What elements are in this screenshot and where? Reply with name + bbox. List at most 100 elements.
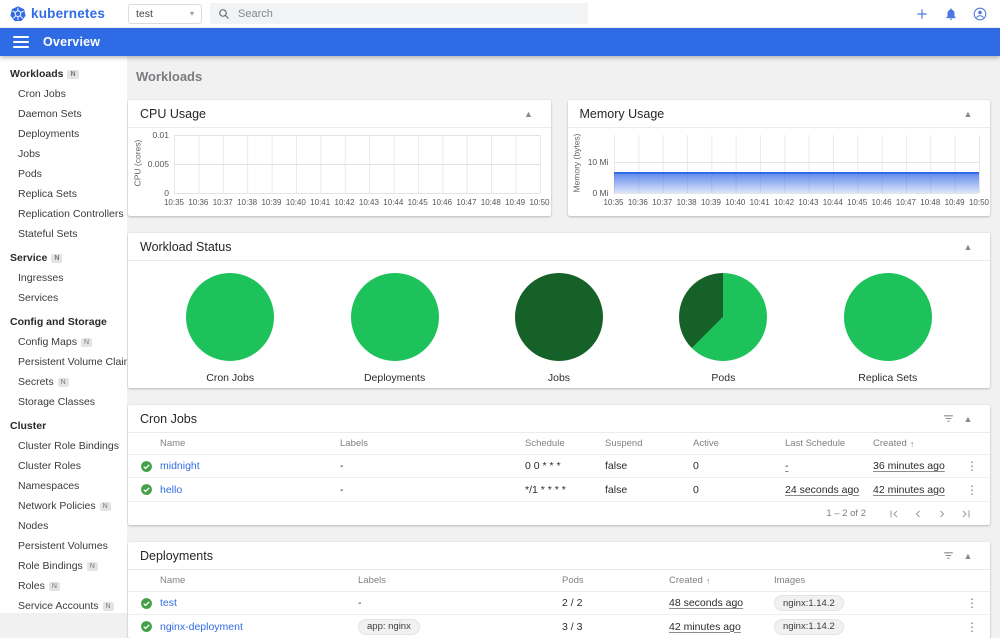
card-header: Memory Usage ▲ bbox=[567, 100, 990, 128]
status-cell bbox=[140, 620, 160, 633]
name-cell: midnight bbox=[160, 460, 340, 472]
kebab-menu-button[interactable]: ⋮ bbox=[966, 460, 978, 472]
last-page-button[interactable] bbox=[956, 504, 976, 524]
status-cell bbox=[140, 460, 160, 473]
collapse-button[interactable]: ▲ bbox=[958, 104, 978, 124]
x-tick-label: 10:39 bbox=[261, 198, 282, 207]
column-header-last-schedule[interactable]: Last Schedule bbox=[785, 438, 873, 449]
sidebar-item-replication-controllers[interactable]: Replication Controllers bbox=[0, 204, 127, 224]
collapse-button[interactable]: ▲ bbox=[958, 546, 978, 566]
create-resource-button[interactable] bbox=[914, 6, 930, 22]
sidebar-item-cluster-role-bindings[interactable]: Cluster Role Bindings bbox=[0, 436, 127, 456]
column-header-created[interactable]: Created ↑ bbox=[873, 438, 960, 449]
workload-pie-jobs: Jobs bbox=[479, 273, 639, 384]
sidebar-item-deployments[interactable]: Deployments bbox=[0, 124, 127, 144]
column-header-labels[interactable]: Labels bbox=[358, 575, 562, 586]
sidebar-item-label: Service Accounts bbox=[18, 600, 99, 612]
column-header-pods[interactable]: Pods bbox=[562, 575, 669, 586]
card-header: Cron Jobs ▲ bbox=[128, 405, 990, 433]
sidebar-item-ingresses[interactable]: Ingresses bbox=[0, 268, 127, 288]
kebab-menu-button[interactable]: ⋮ bbox=[966, 597, 978, 609]
resource-link[interactable]: nginx-deployment bbox=[160, 621, 243, 633]
menu-button[interactable] bbox=[13, 36, 29, 48]
sidebar-item-label: Cluster Role Bindings bbox=[18, 440, 119, 452]
x-tick-label: 10:37 bbox=[212, 198, 233, 207]
x-tick-label: 10:38 bbox=[237, 198, 258, 207]
filter-button[interactable] bbox=[938, 546, 958, 566]
sidebar-item-namespaces[interactable]: Namespaces bbox=[0, 476, 127, 496]
kubernetes-logo[interactable]: kubernetes bbox=[10, 5, 120, 22]
column-header-labels[interactable]: Labels bbox=[340, 438, 525, 449]
sidebar-item-replica-sets[interactable]: Replica Sets bbox=[0, 184, 127, 204]
card-header: Deployments ▲ bbox=[128, 542, 990, 570]
previous-page-button[interactable] bbox=[908, 504, 928, 524]
filter-button[interactable] bbox=[938, 409, 958, 429]
y-gridline bbox=[174, 135, 540, 136]
sidebar-item-daemon-sets[interactable]: Daemon Sets bbox=[0, 104, 127, 124]
sidebar-item-storage-classes[interactable]: Storage Classes bbox=[0, 392, 127, 412]
search-input[interactable] bbox=[238, 7, 580, 20]
column-header-name[interactable]: Name bbox=[160, 438, 340, 449]
column-header-suspend[interactable]: Suspend bbox=[605, 438, 693, 449]
x-tick-label: 10:46 bbox=[871, 198, 892, 207]
y-tick-label: 0.01 bbox=[152, 130, 169, 140]
column-header-created[interactable]: Created ↑ bbox=[669, 575, 774, 586]
active-cell: 0 bbox=[693, 483, 699, 496]
series-area bbox=[613, 172, 979, 193]
next-page-button[interactable] bbox=[932, 504, 952, 524]
first-page-button[interactable] bbox=[884, 504, 904, 524]
column-header-name[interactable]: Name bbox=[160, 575, 358, 586]
sidebar-section-label: Config and Storage bbox=[10, 316, 107, 328]
kebab-menu-button[interactable]: ⋮ bbox=[966, 484, 978, 496]
sidebar-item-pods[interactable]: Pods bbox=[0, 164, 127, 184]
sidebar-item-label: Ingresses bbox=[18, 272, 64, 284]
sidebar-item-cron-jobs[interactable]: Cron Jobs bbox=[0, 84, 127, 104]
notifications-button[interactable] bbox=[943, 6, 959, 22]
sidebar-item-label: Secrets bbox=[18, 376, 54, 388]
y-gridline bbox=[613, 162, 979, 164]
memory-usage-card: Memory Usage ▲ Memory (bytes) 0 Mi 10 Mi 1… bbox=[567, 100, 990, 216]
column-header-schedule[interactable]: Schedule bbox=[525, 438, 605, 449]
pie-label: Cron Jobs bbox=[206, 372, 255, 384]
sidebar-section-label: Workloads bbox=[10, 68, 64, 80]
name-cell: nginx-deployment bbox=[160, 621, 358, 633]
pods-cell: 3 / 3 bbox=[562, 620, 583, 633]
sidebar-item-secrets[interactable]: Secrets N bbox=[0, 372, 127, 392]
sidebar-item-services[interactable]: Services bbox=[0, 288, 127, 308]
sidebar-item-roles[interactable]: Roles N bbox=[0, 576, 127, 596]
sidebar-item-role-bindings[interactable]: Role Bindings N bbox=[0, 556, 127, 576]
header-actions bbox=[914, 6, 988, 22]
search-icon bbox=[219, 8, 229, 19]
sidebar-item-label: Network Policies bbox=[18, 500, 96, 512]
resource-link[interactable]: midnight bbox=[160, 460, 200, 472]
sidebar-item-nodes[interactable]: Nodes bbox=[0, 516, 127, 536]
column-header-active[interactable]: Active bbox=[693, 438, 785, 449]
sidebar-item-label: Persistent Volume Claims bbox=[18, 356, 127, 368]
card-header: CPU Usage ▲ bbox=[128, 100, 551, 128]
resource-link[interactable]: test bbox=[160, 597, 177, 609]
sidebar-item-cluster-roles[interactable]: Cluster Roles bbox=[0, 456, 127, 476]
x-tick-label: 10:50 bbox=[529, 198, 550, 207]
card-title: Workload Status bbox=[140, 239, 232, 254]
collapse-button[interactable]: ▲ bbox=[519, 104, 539, 124]
column-header-images[interactable]: Images bbox=[774, 575, 960, 586]
sidebar-item-persistent-volume-claims[interactable]: Persistent Volume ClaimsN bbox=[0, 352, 127, 372]
sidebar-item-jobs[interactable]: Jobs bbox=[0, 144, 127, 164]
sidebar-item-network-policies[interactable]: Network Policies N bbox=[0, 496, 127, 516]
resource-link[interactable]: hello bbox=[160, 484, 182, 496]
sidebar-item-label: Nodes bbox=[18, 520, 49, 532]
collapse-button[interactable]: ▲ bbox=[958, 409, 978, 429]
namespace-selector[interactable]: test ▾ bbox=[128, 3, 202, 24]
kebab-menu-button[interactable]: ⋮ bbox=[966, 621, 978, 633]
search-bar bbox=[210, 3, 588, 24]
sidebar-item-persistent-volumes[interactable]: Persistent Volumes bbox=[0, 536, 127, 556]
sidebar-item-stateful-sets[interactable]: Stateful Sets bbox=[0, 224, 127, 244]
account-button[interactable] bbox=[972, 6, 988, 22]
cron-jobs-card: Cron Jobs ▲ Name Labels Schedule Suspend Act… bbox=[128, 405, 990, 525]
sidebar-item-service-accounts[interactable]: Service Accounts N bbox=[0, 596, 127, 613]
collapse-button[interactable]: ▲ bbox=[958, 237, 978, 257]
sidebar-item-config-maps[interactable]: Config Maps N bbox=[0, 332, 127, 352]
x-tick-label: 10:35 bbox=[163, 198, 185, 207]
namespaced-badge: N bbox=[102, 601, 114, 611]
suspend-cell: false bbox=[605, 483, 628, 496]
